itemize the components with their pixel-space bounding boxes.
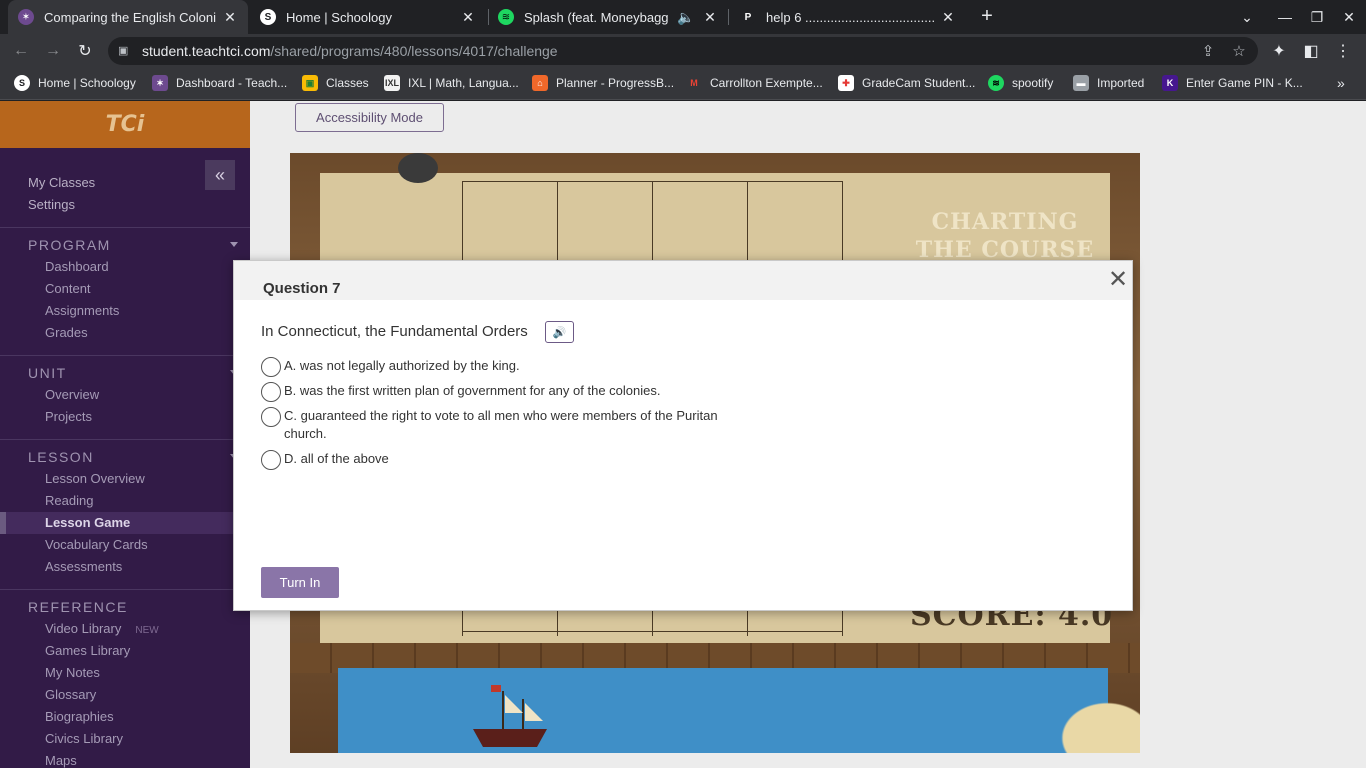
- share-icon[interactable]: ⇪: [1198, 41, 1218, 61]
- url-text: student.teachtci.com/shared/programs/480…: [142, 43, 558, 59]
- close-tab-icon[interactable]: ✕: [460, 9, 476, 26]
- browser-toolbar: ← → ↻ ▣ student.teachtci.com/shared/prog…: [0, 34, 1366, 68]
- bookmark-spootify[interactable]: ≋ spootify: [988, 75, 1053, 91]
- radio-button[interactable]: [261, 357, 281, 377]
- close-icon[interactable]: ✕: [1108, 268, 1128, 292]
- bookmark-classes[interactable]: ▣ Classes: [302, 75, 369, 91]
- site-info-icon[interactable]: ▣: [118, 44, 132, 58]
- menu-kebab-icon[interactable]: ⋮: [1330, 38, 1356, 64]
- spotify-icon: ≋: [988, 75, 1004, 91]
- bookmark-folder-imported[interactable]: ▬ Imported: [1073, 75, 1144, 91]
- back-arrow-icon[interactable]: ←: [8, 38, 34, 64]
- extensions-puzzle-icon[interactable]: ✦: [1266, 38, 1292, 64]
- close-tab-icon[interactable]: ✕: [222, 9, 238, 26]
- answer-option-c[interactable]: C. guaranteed the right to vote to all m…: [261, 407, 754, 443]
- turn-in-button[interactable]: Turn In: [261, 567, 339, 598]
- tab-separator: [728, 9, 729, 25]
- ixl-icon: IXL: [384, 75, 400, 91]
- spotify-favicon: ≋: [498, 9, 514, 25]
- answer-option-a[interactable]: A. was not legally authorized by the kin…: [261, 357, 754, 377]
- bookmark-planner[interactable]: ⌂ Planner - ProgressB...: [532, 75, 674, 91]
- modal-header: [234, 261, 1132, 300]
- more-bookmarks-icon[interactable]: »: [1337, 75, 1345, 91]
- radio-button[interactable]: [261, 382, 281, 402]
- kahoot-icon: K: [1162, 75, 1178, 91]
- answer-option-d[interactable]: D. all of the above: [261, 450, 754, 470]
- browser-tab-schoology[interactable]: S Home | Schoology ✕: [250, 0, 486, 34]
- bookmark-kahoot[interactable]: K Enter Game PIN - K...: [1162, 75, 1303, 91]
- question-modal: Question 7 ✕ In Connecticut, the Fundame…: [233, 260, 1133, 611]
- answer-text: B. was the first written plan of governm…: [284, 383, 661, 398]
- gmail-icon: M: [686, 75, 702, 91]
- side-panel-icon[interactable]: ◧: [1298, 38, 1324, 64]
- minimize-icon[interactable]: —: [1268, 0, 1302, 34]
- classroom-icon: ▣: [302, 75, 318, 91]
- gradecam-icon: ✚: [838, 75, 854, 91]
- tab-title: Comparing the English Colonies: [44, 9, 216, 25]
- p-favicon: P: [740, 9, 756, 25]
- bookmark-ixl[interactable]: IXL IXL | Math, Langua...: [384, 75, 519, 91]
- address-bar[interactable]: ▣ student.teachtci.com/shared/programs/4…: [108, 37, 1258, 65]
- restore-icon[interactable]: ❐: [1300, 0, 1334, 34]
- planner-icon: ⌂: [532, 75, 548, 91]
- close-window-icon[interactable]: ✕: [1332, 0, 1366, 34]
- forward-arrow-icon[interactable]: →: [40, 38, 66, 64]
- browser-tab-tci[interactable]: ✶ Comparing the English Colonies ✕: [8, 0, 248, 34]
- browser-tab-help[interactable]: P help 6 ...............................…: [730, 0, 966, 34]
- new-tab-icon[interactable]: +: [974, 4, 1000, 30]
- question-prompt: In Connecticut, the Fundamental Orders: [261, 323, 528, 340]
- close-tab-icon[interactable]: ✕: [702, 9, 718, 26]
- modal-overlay: Question 7 ✕ In Connecticut, the Fundame…: [0, 101, 1366, 768]
- bookmark-schoology[interactable]: S Home | Schoology: [14, 75, 136, 91]
- modal-title: Question 7: [263, 280, 341, 297]
- answer-option-b[interactable]: B. was the first written plan of governm…: [261, 382, 754, 402]
- page: TCi « My Classes Settings PROGRAM Dashbo…: [0, 101, 1366, 768]
- reload-icon[interactable]: ↻: [72, 38, 98, 64]
- audio-speaker-icon[interactable]: 🔊: [545, 321, 574, 343]
- schoology-favicon: S: [260, 9, 276, 25]
- tci-icon: ✶: [152, 75, 168, 91]
- bookmark-carrollton[interactable]: M Carrollton Exempte...: [686, 75, 823, 91]
- tab-title: Splash (feat. Moneybagg Yo: [524, 9, 670, 25]
- answer-text: D. all of the above: [284, 451, 389, 466]
- bookmarks-bar: S Home | Schoology ✶ Dashboard - Teach... …: [0, 68, 1366, 100]
- answer-text: A. was not legally authorized by the kin…: [284, 358, 520, 373]
- browser-tab-spotify[interactable]: ≋ Splash (feat. Moneybagg Yo 🔈 ✕: [488, 0, 728, 34]
- bookmark-star-icon[interactable]: ☆: [1229, 41, 1249, 61]
- radio-button[interactable]: [261, 450, 281, 470]
- schoology-icon: S: [14, 75, 30, 91]
- tab-title: help 6 .................................…: [766, 9, 934, 25]
- tab-title: Home | Schoology: [286, 9, 392, 25]
- radio-button[interactable]: [261, 407, 281, 427]
- folder-icon: ▬: [1073, 75, 1089, 91]
- browser-tab-bar: ✶ Comparing the English Colonies ✕ S Hom…: [0, 0, 1366, 34]
- answer-text: C. guaranteed the right to vote to all m…: [284, 408, 718, 441]
- tci-favicon: ✶: [18, 9, 34, 25]
- tab-search-chevron-icon[interactable]: ⌄: [1230, 0, 1264, 34]
- speaker-muted-icon[interactable]: 🔈: [676, 9, 696, 26]
- bookmark-dashboard[interactable]: ✶ Dashboard - Teach...: [152, 75, 287, 91]
- close-tab-icon[interactable]: ✕: [940, 9, 956, 26]
- bookmark-gradecam[interactable]: ✚ GradeCam Student...: [838, 75, 975, 91]
